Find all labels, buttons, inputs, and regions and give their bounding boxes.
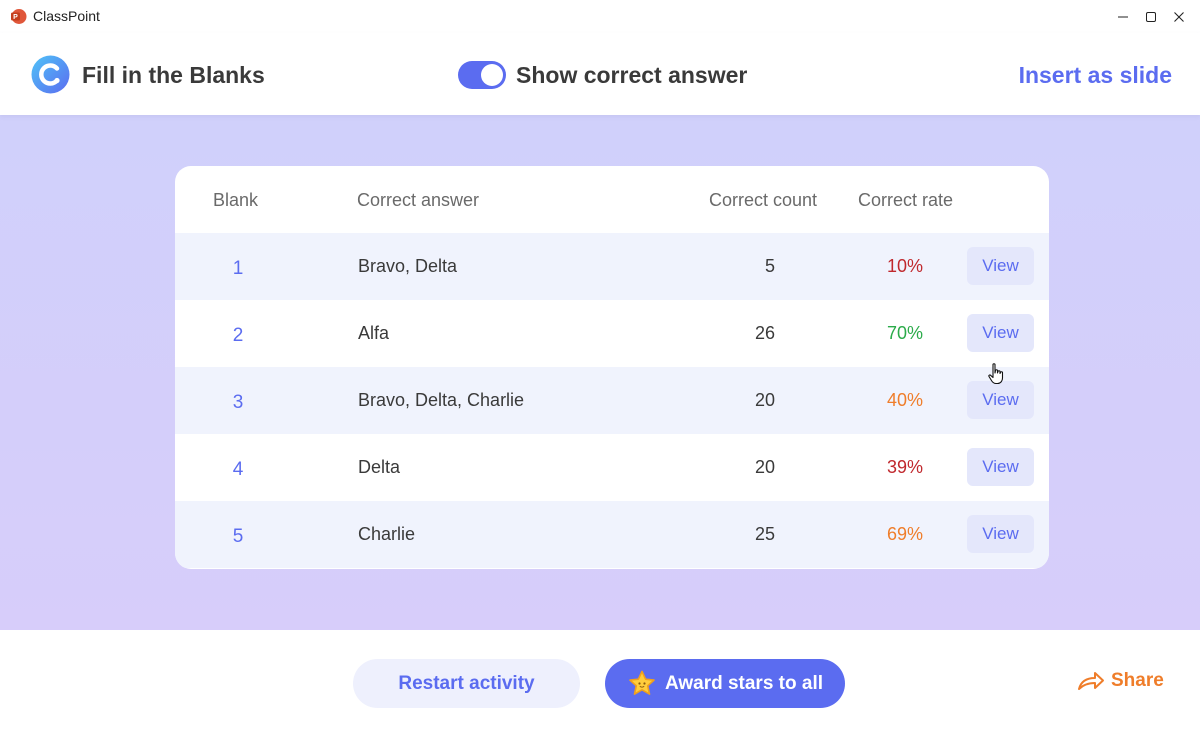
view-button[interactable]: View (967, 247, 1034, 285)
column-header-correct-count: Correct count (709, 190, 818, 210)
title-bar: P ClassPoint (0, 0, 1200, 33)
blank-number: 5 (232, 525, 244, 547)
correct-count: 5 (764, 256, 775, 276)
app-name: ClassPoint (33, 8, 100, 24)
correct-count: 20 (754, 457, 775, 477)
correct-rate: 39% (886, 457, 923, 477)
results-table: Blank Correct answer Correct count Corre… (175, 166, 1049, 569)
correct-rate: 69% (886, 524, 923, 544)
view-button[interactable]: View (967, 515, 1034, 553)
classpoint-logo-icon (31, 55, 70, 94)
blank-number: 4 (232, 458, 244, 480)
insert-as-slide-button[interactable]: Insert as slide (1019, 62, 1172, 89)
correct-answer: Bravo, Delta, Charlie (358, 390, 525, 410)
correct-count: 26 (754, 323, 775, 343)
correct-count: 20 (754, 390, 775, 410)
blank-number: 1 (232, 257, 244, 279)
close-button[interactable] (1164, 0, 1194, 33)
share-arrow-icon (1078, 672, 1104, 690)
view-button[interactable]: View (967, 314, 1034, 352)
correct-count: 25 (754, 524, 775, 544)
award-stars-button[interactable]: Award stars to all (605, 659, 845, 708)
results-area: Blank Correct answer Correct count Corre… (0, 115, 1200, 630)
maximize-icon (1146, 11, 1156, 22)
correct-rate: 40% (886, 390, 923, 410)
activity-title: Fill in the Blanks (82, 62, 265, 88)
hand-cursor-icon (988, 363, 1004, 385)
view-button[interactable]: View (967, 448, 1034, 486)
correct-rate: 70% (886, 323, 923, 343)
star-icon (629, 670, 655, 695)
show-correct-answer-toggle[interactable] (458, 61, 506, 89)
award-stars-label: Award stars to all (664, 672, 824, 694)
share-button[interactable]: Share (1077, 670, 1164, 692)
activity-footer: Restart activity Award stars to all Shar… (0, 630, 1200, 734)
activity-header: Fill in the Blanks Show correct answer I… (0, 33, 1200, 115)
blank-number: 3 (232, 391, 244, 413)
share-label: Share (1111, 670, 1164, 691)
column-header-correct-rate: Correct rate (858, 190, 954, 210)
restart-activity-button[interactable]: Restart activity (353, 659, 580, 708)
view-button[interactable]: View (967, 381, 1034, 419)
toggle-label: Show correct answer (516, 62, 748, 88)
maximize-button[interactable] (1136, 0, 1166, 33)
correct-answer: Charlie (358, 524, 416, 544)
table-row: 2 Alfa 26 70% View (175, 300, 1049, 367)
column-header-correct-answer: Correct answer (357, 190, 480, 210)
column-header-blank: Blank (213, 190, 259, 210)
correct-rate: 10% (886, 256, 923, 276)
correct-answer: Bravo, Delta (358, 256, 458, 276)
minimize-button[interactable] (1108, 0, 1138, 33)
correct-answer: Alfa (358, 323, 390, 343)
table-row: 4 Delta 20 39% View (175, 434, 1049, 501)
table-row: 5 Charlie 25 69% View (175, 501, 1049, 568)
close-icon (1174, 11, 1184, 22)
svg-text:P: P (13, 14, 18, 21)
table-row: 3 Bravo, Delta, Charlie 20 40% View (175, 367, 1049, 434)
table-row: 1 Bravo, Delta 5 10% View (175, 233, 1049, 300)
correct-answer: Delta (358, 457, 401, 477)
toggle-knob (481, 64, 503, 86)
powerpoint-app-icon: P (11, 9, 27, 24)
minimize-icon (1118, 16, 1128, 17)
blank-number: 2 (232, 324, 244, 346)
